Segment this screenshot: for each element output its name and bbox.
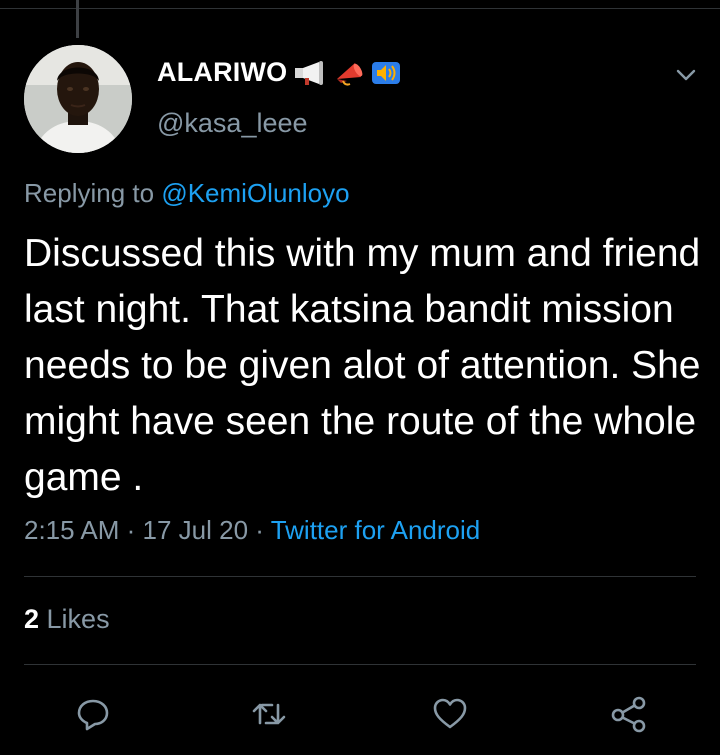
- replying-to-line: Replying to @KemiOlunloyo: [24, 178, 350, 209]
- top-divider: [0, 8, 720, 9]
- loudspeaker-icon: [293, 60, 327, 86]
- share-icon: [611, 696, 646, 733]
- retweet-icon: [252, 703, 286, 725]
- meta-separator: ·: [248, 515, 271, 545]
- replying-to-mention[interactable]: @KemiOlunloyo: [161, 178, 349, 208]
- speaker-volume-icon: [371, 59, 401, 87]
- tweet-source[interactable]: Twitter for Android: [271, 515, 481, 545]
- divider: [24, 664, 696, 665]
- reply-icon: [77, 699, 109, 731]
- retweet-button[interactable]: [249, 694, 289, 734]
- likes-count: 2: [24, 604, 40, 634]
- like-icon: [433, 698, 467, 729]
- like-button[interactable]: [430, 694, 470, 734]
- reply-button[interactable]: [73, 694, 113, 734]
- likes-link[interactable]: 2 Likes: [24, 604, 110, 635]
- name-row[interactable]: ALARIWO: [157, 57, 401, 88]
- avatar[interactable]: [24, 45, 132, 153]
- tweet-meta: 2:15 AM · 17 Jul 20 · Twitter for Androi…: [24, 515, 480, 546]
- tweet-text: Discussed this with my mum and friend la…: [24, 232, 701, 499]
- chevron-down-icon[interactable]: [673, 62, 699, 88]
- tweet-date[interactable]: 17 Jul 20: [143, 515, 249, 545]
- tweet-time[interactable]: 2:15 AM: [24, 515, 119, 545]
- share-button[interactable]: [609, 694, 649, 734]
- user-handle[interactable]: @kasa_leee: [157, 108, 308, 139]
- meta-separator: ·: [119, 515, 143, 545]
- display-name[interactable]: ALARIWO: [157, 57, 287, 88]
- thread-line: [76, 0, 79, 38]
- megaphone-icon: [333, 59, 365, 87]
- likes-label: Likes: [39, 604, 110, 634]
- divider: [24, 576, 696, 577]
- replying-prefix: Replying to: [24, 178, 162, 208]
- avatar-photo: [24, 45, 132, 153]
